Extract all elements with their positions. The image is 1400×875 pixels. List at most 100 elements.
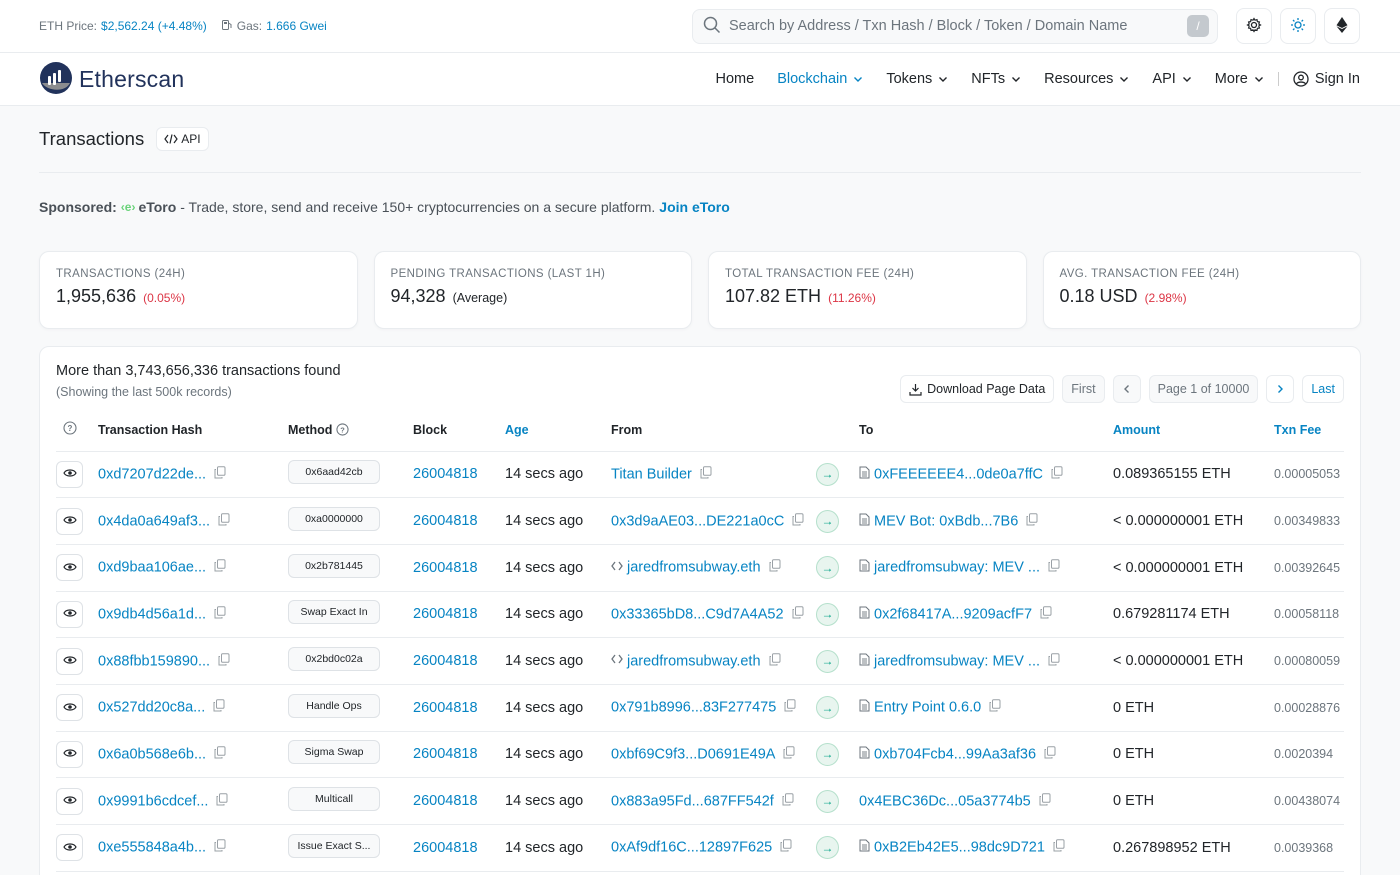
copy-icon[interactable] xyxy=(1053,839,1065,856)
nav-api[interactable]: API xyxy=(1152,71,1191,87)
copy-icon[interactable] xyxy=(1026,512,1038,530)
header-age[interactable]: Age xyxy=(505,409,611,452)
block-link[interactable]: 26004818 xyxy=(413,793,478,809)
preview-button[interactable] xyxy=(56,507,83,535)
to-address-link[interactable]: MEV Bot: 0xBdb...7B6 xyxy=(874,513,1018,529)
header-amount[interactable]: Amount xyxy=(1113,409,1274,452)
nav-more[interactable]: More xyxy=(1215,71,1264,87)
copy-icon[interactable] xyxy=(214,839,226,856)
header-txn-fee[interactable]: Txn Fee xyxy=(1274,409,1344,452)
to-address-link[interactable]: 0xb704Fcb4...99Aa3af36 xyxy=(874,746,1036,762)
copy-icon[interactable] xyxy=(792,606,804,623)
block-link[interactable]: 26004818 xyxy=(413,700,478,716)
from-address-link[interactable]: 0x33365bD8...C9d7A4A52 xyxy=(611,606,784,622)
copy-icon[interactable] xyxy=(1039,792,1051,810)
nav-blockchain[interactable]: Blockchain xyxy=(777,71,863,87)
preview-button[interactable] xyxy=(56,460,83,488)
theme-button[interactable] xyxy=(1280,8,1316,44)
copy-icon[interactable] xyxy=(214,559,226,576)
copy-icon[interactable] xyxy=(218,652,230,670)
txn-hash-link[interactable]: 0xd7207d22de... xyxy=(98,466,206,482)
txn-hash-link[interactable]: 0x6a0b568e6b... xyxy=(98,746,206,762)
sign-in-link[interactable]: Sign In xyxy=(1293,71,1360,87)
copy-icon[interactable] xyxy=(218,512,230,530)
txn-hash-link[interactable]: 0xe555848a4b... xyxy=(98,840,206,856)
txn-hash-link[interactable]: 0x9db4d56a1d... xyxy=(98,606,206,622)
preview-button[interactable] xyxy=(56,834,83,862)
copy-icon[interactable] xyxy=(1040,606,1052,623)
copy-icon[interactable] xyxy=(780,839,792,856)
etherscan-logo[interactable]: Etherscan xyxy=(39,61,184,98)
nav-nfts[interactable]: NFTs xyxy=(971,71,1021,87)
question-circle-icon[interactable]: ? xyxy=(336,423,349,436)
to-address-link[interactable]: 0xFEEEEEE4...0de0a7ffC xyxy=(874,466,1043,482)
to-address-link[interactable]: 0x2f68417A...9209acfF7 xyxy=(874,606,1032,622)
block-link[interactable]: 26004818 xyxy=(413,653,478,669)
from-address-link[interactable]: 0xAf9df16C...12897F625 xyxy=(611,840,772,856)
txn-hash-link[interactable]: 0x88fbb159890... xyxy=(98,653,210,669)
txn-hash-link[interactable]: 0x527dd20c8a... xyxy=(98,700,205,716)
from-address-link[interactable]: Titan Builder xyxy=(611,466,692,482)
gas-value[interactable]: 1.666 Gwei xyxy=(266,19,327,33)
copy-icon[interactable] xyxy=(783,746,795,763)
txn-hash-link[interactable]: 0xd9baa106ae... xyxy=(98,560,206,576)
cell-block: 26004818 xyxy=(413,497,505,545)
preview-button[interactable] xyxy=(56,740,83,768)
nav-home[interactable]: Home xyxy=(716,71,755,87)
block-link[interactable]: 26004818 xyxy=(413,606,478,622)
download-button[interactable]: Download Page Data xyxy=(900,375,1055,403)
prev-page-button[interactable] xyxy=(1112,375,1141,403)
eth-price-value[interactable]: $2,562.24 (+4.48%) xyxy=(101,19,207,33)
block-link[interactable]: 26004818 xyxy=(413,513,478,529)
copy-icon[interactable] xyxy=(213,699,225,716)
sponsored-cta[interactable]: Join eToro xyxy=(659,199,730,215)
from-address-link[interactable]: 0xbf69C9f3...D0691E49A xyxy=(611,746,775,762)
nav-resources[interactable]: Resources xyxy=(1044,71,1129,87)
copy-icon[interactable] xyxy=(700,466,712,483)
next-page-button[interactable] xyxy=(1266,375,1295,403)
from-address-link[interactable]: 0x791b8996...83F277475 xyxy=(611,700,776,716)
copy-icon[interactable] xyxy=(784,699,796,716)
copy-icon[interactable] xyxy=(1044,746,1056,763)
question-circle-icon[interactable]: ? xyxy=(63,421,77,435)
preview-button[interactable] xyxy=(56,787,83,815)
txn-hash-link[interactable]: 0x9991b6cdcef... xyxy=(98,793,208,809)
copy-icon[interactable] xyxy=(989,699,1001,716)
block-link[interactable]: 26004818 xyxy=(413,560,478,576)
copy-icon[interactable] xyxy=(214,746,226,763)
from-address-link[interactable]: 0x883a95Fd...687FF542f xyxy=(611,793,774,809)
copy-icon[interactable] xyxy=(769,652,781,670)
from-address-link[interactable]: jaredfromsubway.eth xyxy=(627,653,761,669)
to-address-link[interactable]: 0x4EBC36Dc...05a3774b5 xyxy=(859,793,1031,809)
nav-tokens[interactable]: Tokens xyxy=(886,71,948,87)
copy-icon[interactable] xyxy=(1048,652,1060,670)
api-badge[interactable]: API xyxy=(156,127,209,151)
copy-icon[interactable] xyxy=(216,792,228,810)
preview-button[interactable] xyxy=(56,694,83,722)
copy-icon[interactable] xyxy=(214,606,226,623)
to-address-link[interactable]: Entry Point 0.6.0 xyxy=(874,700,981,716)
txn-hash-link[interactable]: 0x4da0a649af3... xyxy=(98,513,210,529)
preview-button[interactable] xyxy=(56,647,83,675)
to-address-link[interactable]: jaredfromsubway: MEV ... xyxy=(874,653,1040,669)
network-button[interactable] xyxy=(1324,8,1360,44)
copy-icon[interactable] xyxy=(1051,466,1063,483)
block-link[interactable]: 26004818 xyxy=(413,746,478,762)
first-page-button[interactable]: First xyxy=(1062,375,1105,403)
last-page-button[interactable]: Last xyxy=(1302,375,1344,403)
settings-button[interactable] xyxy=(1236,8,1272,44)
from-address-link[interactable]: jaredfromsubway.eth xyxy=(627,560,761,576)
copy-icon[interactable] xyxy=(782,792,794,810)
copy-icon[interactable] xyxy=(214,466,226,483)
copy-icon[interactable] xyxy=(792,512,804,530)
to-address-link[interactable]: jaredfromsubway: MEV ... xyxy=(874,560,1040,576)
from-address-link[interactable]: 0x3d9aAE03...DE221a0cC xyxy=(611,513,784,529)
copy-icon[interactable] xyxy=(769,559,781,576)
preview-button[interactable] xyxy=(56,600,83,628)
block-link[interactable]: 26004818 xyxy=(413,840,478,856)
to-address-link[interactable]: 0xB2Eb42E5...98dc9D721 xyxy=(874,840,1045,856)
preview-button[interactable] xyxy=(56,554,83,582)
block-link[interactable]: 26004818 xyxy=(413,466,478,482)
copy-icon[interactable] xyxy=(1048,559,1060,576)
search-input[interactable] xyxy=(729,18,1187,34)
